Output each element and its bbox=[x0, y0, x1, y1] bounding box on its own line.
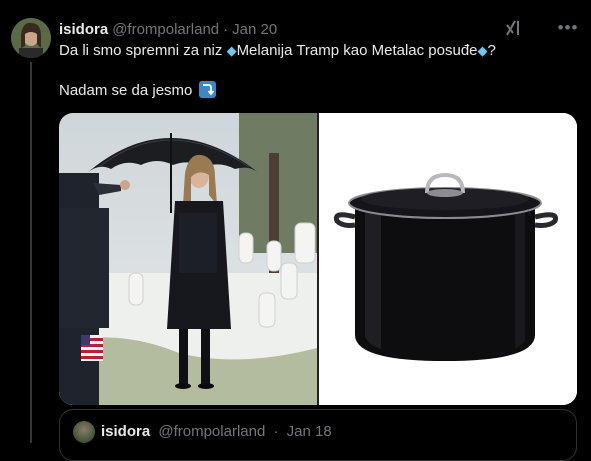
quoted-author-handle: @frompolarland bbox=[158, 423, 266, 440]
photo-woman-umbrella-cemetery[interactable] bbox=[59, 113, 317, 405]
tweet-text-c: ? bbox=[487, 42, 496, 59]
author-handle[interactable]: @frompolarland bbox=[112, 21, 219, 38]
tweet-date[interactable]: Jan 20 bbox=[232, 21, 277, 38]
media-grid[interactable] bbox=[59, 113, 577, 405]
tweet-text-a: Da li smo spremni za niz bbox=[59, 42, 227, 59]
gem-icon: ◆ bbox=[226, 43, 237, 58]
arrow-right-curving-down-icon bbox=[198, 81, 216, 98]
quoted-author-name: isidora bbox=[101, 423, 151, 440]
tweet: isidora @frompolarland · Jan 20 ••• Da l… bbox=[0, 0, 591, 461]
separator: · bbox=[223, 20, 229, 38]
avatar[interactable] bbox=[11, 18, 51, 58]
tweet-text-line1: Da li smo spremni za niz ◆Melanija Tramp… bbox=[59, 41, 496, 61]
quoted-header: isidora @frompolarland · Jan 18 bbox=[101, 423, 332, 440]
author-name[interactable]: isidora bbox=[59, 21, 108, 38]
quoted-avatar bbox=[73, 421, 95, 443]
quoted-date: Jan 18 bbox=[286, 423, 332, 440]
thread-line bbox=[30, 62, 32, 443]
quoted-separator: · bbox=[273, 423, 279, 440]
photo-black-stock-pot[interactable] bbox=[319, 113, 577, 405]
grok-icon[interactable] bbox=[505, 19, 523, 37]
more-icon[interactable]: ••• bbox=[556, 16, 580, 40]
tweet-text-b: Melanija Tramp kao Metalac posuđe bbox=[236, 42, 478, 59]
gem-icon: ◆ bbox=[477, 43, 488, 58]
tweet-text-line2: Nadam se da jesmo bbox=[59, 81, 216, 101]
tweet-header: isidora @frompolarland · Jan 20 bbox=[59, 19, 277, 39]
tweet-text-d: Nadam se da jesmo bbox=[59, 82, 193, 99]
quoted-tweet[interactable]: isidora @frompolarland · Jan 18 bbox=[59, 409, 577, 461]
